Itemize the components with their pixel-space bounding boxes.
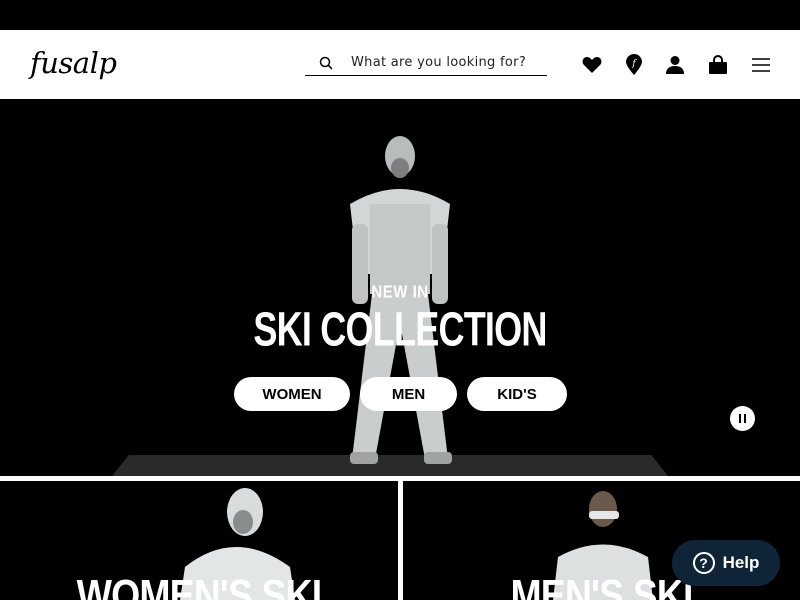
pause-icon	[739, 414, 741, 423]
help-icon: ?	[692, 552, 715, 574]
hero-women-button[interactable]: WOMEN	[234, 377, 350, 411]
slideshow-pause-button[interactable]	[730, 406, 755, 431]
heart-icon	[582, 57, 602, 73]
account-button[interactable]	[664, 54, 686, 76]
promo-bar	[0, 0, 800, 30]
hero-kids-button[interactable]: KID'S	[467, 377, 567, 411]
site-header: fusalp f	[0, 30, 800, 99]
help-label: Help	[722, 553, 760, 572]
wishlist-button[interactable]	[581, 54, 603, 76]
bag-icon	[709, 55, 727, 74]
hero-kicker: NEW IN	[371, 282, 429, 303]
search-bar[interactable]	[305, 50, 547, 76]
hero-men-button[interactable]: MEN	[360, 377, 457, 411]
store-locator-button[interactable]: f	[623, 54, 645, 76]
cart-button[interactable]	[707, 54, 729, 76]
hero-title: SKI COLLECTION	[253, 302, 547, 357]
search-input[interactable]	[351, 55, 541, 70]
account-icon	[666, 56, 684, 74]
store-locator-icon: f	[626, 54, 642, 75]
brand-logo[interactable]: fusalp	[30, 46, 117, 80]
hero-banner: NEW IN SKI COLLECTION WOMEN MEN KID'S	[0, 99, 800, 476]
menu-button[interactable]	[750, 54, 772, 76]
help-button[interactable]: ? Help	[672, 540, 780, 586]
womens-ski-tile[interactable]: WOMEN'S SKI	[0, 481, 398, 600]
search-icon	[319, 56, 333, 70]
menu-icon	[752, 58, 770, 72]
womens-ski-title: WOMEN'S SKI	[76, 571, 323, 600]
